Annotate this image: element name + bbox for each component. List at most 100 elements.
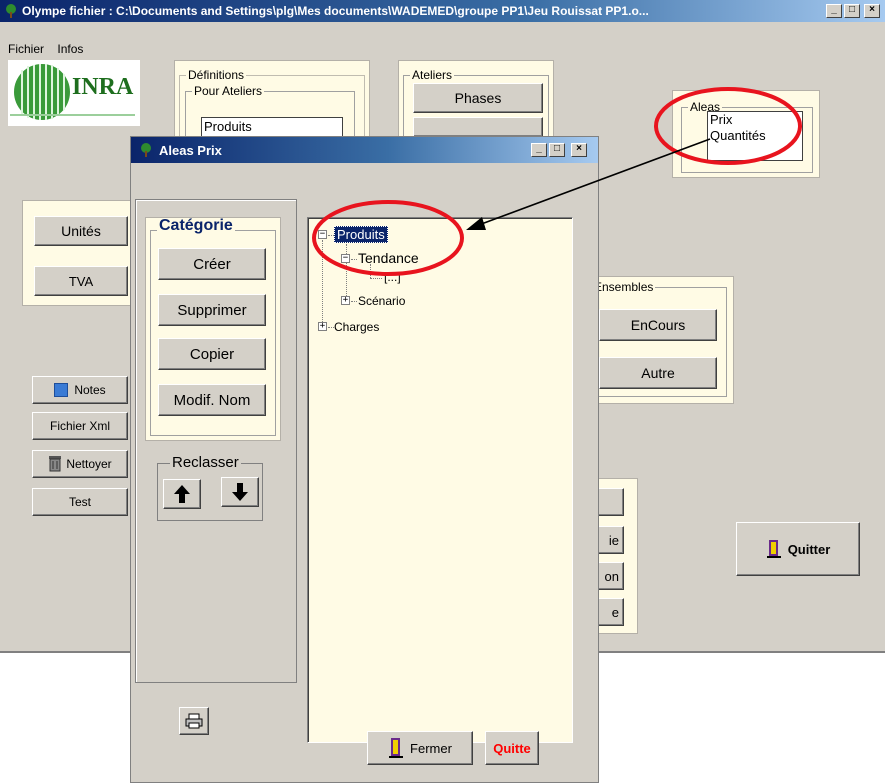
supprimer-button[interactable]: Supprimer	[158, 294, 266, 326]
placeholder-connector	[370, 278, 382, 279]
unites-button-label: Unités	[61, 223, 101, 239]
maximize-button[interactable]: □	[844, 4, 860, 18]
fichier-xml-button[interactable]: Fichier Xml	[32, 412, 128, 440]
fermer-button-label: Fermer	[410, 740, 452, 756]
categorie-panel: Catégorie Créer Supprimer Copier Modif. …	[145, 217, 281, 441]
ensembles-legend: Ensembles	[592, 280, 656, 294]
aleas-prix-dialog: Aleas Prix _ □ × Catégorie Créer Supprim…	[130, 136, 599, 783]
autre-button[interactable]: Autre	[599, 357, 717, 389]
root-vertical-line	[322, 240, 323, 326]
quitter-button-label: Quitter	[787, 541, 831, 557]
scenario-connector	[351, 301, 357, 302]
test-button[interactable]: Test	[32, 488, 128, 516]
produits-field-label: Produits	[204, 119, 252, 134]
dialog-maximize-button[interactable]: □	[549, 143, 565, 157]
print-button[interactable]	[179, 707, 209, 735]
notes-button[interactable]: Notes	[32, 376, 128, 404]
aleas-list[interactable]: Prix Quantités	[707, 111, 803, 161]
tendance-connector	[351, 259, 357, 260]
ensembles-panel: Ensembles EnCours Autre	[590, 276, 734, 404]
nettoyer-button-label: Nettoyer	[66, 457, 112, 471]
tree-dialog-icon	[139, 143, 153, 157]
trash-icon	[48, 454, 62, 475]
creer-button-label: Créer	[193, 255, 231, 273]
pour-ateliers-legend: Pour Ateliers	[192, 84, 265, 98]
partial-button-3-label: on	[604, 568, 619, 584]
categorie-legend: Catégorie	[157, 217, 235, 234]
supprimer-button-label: Supprimer	[177, 301, 247, 319]
tree-node-scenario[interactable]: Scénario	[358, 294, 405, 308]
tendance-children-line	[370, 264, 371, 278]
tree-node-tendance-label: Tendance	[358, 250, 419, 266]
arrow-up-icon	[174, 485, 190, 503]
encours-button-label: EnCours	[630, 317, 686, 333]
tree-app-icon	[4, 4, 18, 18]
move-down-button[interactable]	[221, 477, 259, 507]
inra-logo-text: INRA	[72, 74, 134, 100]
close-button[interactable]: ×	[864, 4, 880, 18]
dialog-minimize-button[interactable]: _	[531, 143, 547, 157]
tree-view[interactable]: − Produits − Tendance [...] + Scénario +…	[307, 217, 573, 743]
phases-button[interactable]: Phases	[413, 83, 543, 113]
inra-globe-icon	[14, 64, 70, 120]
fichier-xml-button-label: Fichier Xml	[49, 419, 110, 433]
dialog-title-bar[interactable]: Aleas Prix _ □ ×	[131, 137, 598, 163]
scenario-expand-toggle[interactable]: +	[341, 296, 350, 305]
tree-node-charges[interactable]: Charges	[334, 320, 379, 334]
dialog-close-button[interactable]: ×	[571, 143, 587, 157]
encours-button[interactable]: EnCours	[599, 309, 717, 341]
main-window-title: Olympe fichier : C:\Documents and Settin…	[22, 4, 649, 18]
inra-logo: INRA	[8, 60, 140, 126]
copier-button[interactable]: Copier	[158, 338, 266, 370]
arrow-down-icon	[232, 483, 248, 501]
tree-node-tendance[interactable]: Tendance	[358, 250, 419, 266]
notes-icon	[54, 383, 69, 397]
fermer-button[interactable]: Fermer	[367, 731, 473, 765]
minimize-button[interactable]: _	[826, 4, 842, 18]
tree-node-scenario-label: Scénario	[358, 294, 406, 308]
quitte-button-label: Quitte	[493, 740, 531, 756]
main-title-bar[interactable]: Olympe fichier : C:\Documents and Settin…	[0, 0, 885, 22]
partial-button-2-label: ie	[608, 532, 619, 548]
reclasser-legend: Reclasser	[170, 454, 241, 471]
creer-button[interactable]: Créer	[158, 248, 266, 280]
tree-node-placeholder[interactable]: [...]	[384, 270, 401, 284]
door-close-icon	[388, 736, 404, 761]
produits-field[interactable]: Produits	[201, 117, 343, 137]
tva-button[interactable]: TVA	[34, 266, 128, 296]
modif-nom-button[interactable]: Modif. Nom	[158, 384, 266, 416]
printer-icon	[185, 713, 203, 729]
partial-button-4-label: e	[611, 604, 619, 620]
door-exit-icon	[766, 538, 782, 561]
ateliers-legend: Ateliers	[410, 68, 455, 82]
charges-expand-toggle[interactable]: +	[318, 322, 327, 331]
notes-button-label: Notes	[74, 383, 106, 397]
tendance-collapse-toggle[interactable]: −	[341, 254, 350, 263]
produits-children-line	[346, 244, 347, 296]
copier-button-label: Copier	[189, 345, 235, 363]
aleas-item-quantites[interactable]: Quantités	[710, 128, 802, 144]
phases-button-label: Phases	[454, 90, 502, 106]
definitions-legend: Définitions	[186, 68, 247, 82]
tree-node-charges-label: Charges	[334, 320, 380, 334]
unites-button[interactable]: Unités	[34, 216, 128, 246]
productions-button[interactable]	[413, 117, 543, 137]
nettoyer-button[interactable]: Nettoyer	[32, 450, 128, 478]
produits-collapse-toggle[interactable]: −	[318, 230, 327, 239]
move-up-button[interactable]	[163, 479, 201, 509]
quitter-button[interactable]: Quitter	[736, 522, 860, 576]
autre-button-label: Autre	[641, 365, 675, 381]
aleas-item-prix[interactable]: Prix	[710, 112, 802, 128]
menu-infos[interactable]: Infos	[57, 42, 83, 56]
aleas-panel: Aleas Prix Quantités	[672, 90, 820, 178]
modif-nom-button-label: Modif. Nom	[173, 391, 251, 409]
test-button-label: Test	[68, 495, 91, 509]
tree-node-produits-label: Produits	[337, 227, 385, 242]
tree-node-placeholder-label: [...]	[384, 270, 401, 284]
menu-fichier[interactable]: Fichier	[8, 42, 44, 56]
tva-button-label: TVA	[68, 273, 94, 289]
dialog-title: Aleas Prix	[159, 142, 222, 158]
menu-bar: Fichier Infos	[8, 42, 93, 56]
quitte-button[interactable]: Quitte	[485, 731, 539, 765]
tree-node-produits[interactable]: Produits	[334, 226, 388, 243]
